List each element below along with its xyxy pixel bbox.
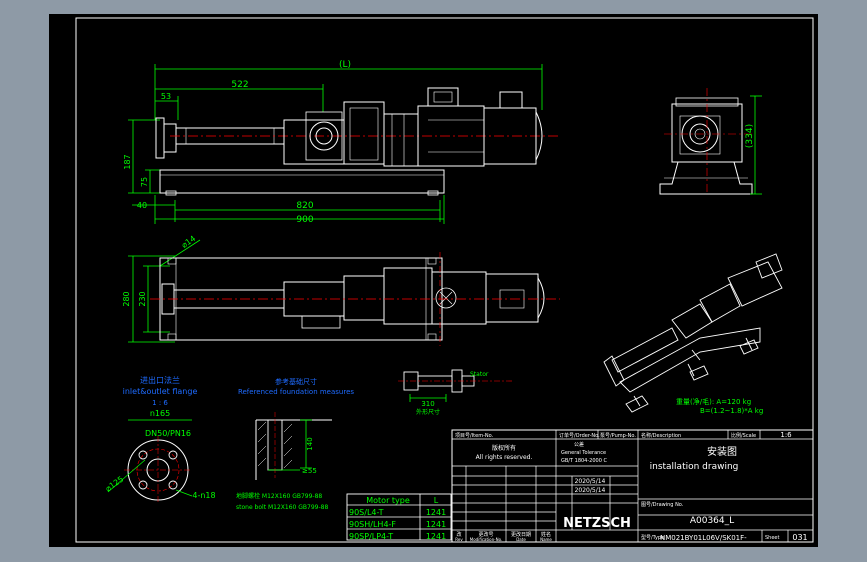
tb-rev-col-en-3: Date bbox=[516, 537, 526, 542]
dim-53: 53 bbox=[161, 92, 171, 101]
tb-page: 031 bbox=[792, 533, 807, 542]
tb-scale-label: 比例/Scale bbox=[731, 432, 756, 439]
dim-40: 40 bbox=[137, 201, 147, 210]
dim-overall-length: (L) bbox=[339, 60, 351, 70]
tb-description-label: 名称/Description bbox=[641, 432, 681, 439]
tb-tolerance: General Tolerance bbox=[561, 450, 606, 456]
motor-row-2-l: 1241 bbox=[426, 520, 446, 529]
motor-table-header-l: L bbox=[434, 496, 439, 505]
foundation-h140: 140 bbox=[306, 437, 314, 450]
tb-item-label: 项目号/Item-No. bbox=[455, 433, 494, 439]
dim-230: 230 bbox=[138, 291, 147, 306]
bolt-spec-en: stone bolt M12X160 GB799-88 bbox=[236, 504, 328, 511]
tb-copyright-cn: 版权所有 bbox=[492, 444, 516, 452]
bolt-spec-cn: 地脚螺栓 M12X160 GB799-88 bbox=[236, 492, 322, 500]
tb-rev-col-en-1: Rev bbox=[455, 537, 463, 542]
motor-row-3-l: 1241 bbox=[426, 532, 446, 541]
weight-note-line2: B=(1.2~1.8)*A kg bbox=[700, 407, 763, 415]
foundation-title-cn: 参考基础尺寸 bbox=[275, 377, 317, 386]
dim-187: 187 bbox=[123, 154, 132, 169]
cad-drawing: (L) 522 53 187 75 40 820 900 (334) 280 2… bbox=[49, 14, 818, 547]
dim-820: 820 bbox=[296, 201, 313, 211]
tb-date-1: 2020/5/14 bbox=[575, 478, 606, 485]
motor-row-1-type: 90S/L4-T bbox=[349, 508, 384, 517]
flange-n165: n165 bbox=[150, 409, 170, 418]
tb-drawing-no-label: 图号/Drawing No. bbox=[641, 502, 684, 508]
flange-title-cn: 进出口法兰 bbox=[140, 375, 180, 385]
flange-title-en: inlet&outlet flange bbox=[123, 387, 198, 396]
tb-order-label: 订单号/Order-No. bbox=[559, 432, 600, 439]
foundation-d55: ≥55 bbox=[302, 467, 317, 475]
stator-sub: 外形尺寸 bbox=[416, 408, 440, 416]
tb-copyright-en: All rights reserved. bbox=[476, 454, 533, 461]
tb-pump-label: 泵号/Pump-No. bbox=[600, 433, 636, 439]
tb-type: NM021BY01L06V/SK01F- bbox=[660, 534, 747, 542]
motor-table-header-type: Motor type bbox=[366, 496, 410, 505]
dim-522: 522 bbox=[231, 80, 248, 90]
motor-row-3-type: 90SP/LP4-T bbox=[349, 532, 393, 541]
dim-75: 75 bbox=[140, 177, 149, 187]
flange-holes: 4-n18 bbox=[192, 491, 215, 500]
tb-scale-value: 1:6 bbox=[780, 431, 792, 439]
stator-label: Stator bbox=[470, 371, 489, 378]
tb-sheet-label: Sheet bbox=[765, 535, 779, 541]
tb-title-en: installation drawing bbox=[650, 462, 739, 472]
tb-tolerance-cn: 公差 bbox=[574, 441, 584, 448]
tb-title-cn: 安装图 bbox=[707, 445, 737, 458]
tb-rev-col-en-4: Name bbox=[540, 537, 552, 542]
tb-tolerance-std: GB/T 1804-2000 C bbox=[561, 458, 607, 464]
motor-row-1-l: 1241 bbox=[426, 508, 446, 517]
flange-dn: DN50/PN16 bbox=[145, 429, 191, 438]
tb-date-2: 2020/5/14 bbox=[575, 487, 606, 494]
stator-dim-310: 310 bbox=[421, 400, 434, 408]
tb-drawing-no: A00364_L bbox=[690, 516, 734, 526]
weight-note-line1: 重量(净/毛): A=120 kg bbox=[676, 397, 751, 406]
dim-280: 280 bbox=[122, 291, 131, 306]
foundation-title-en: Referenced foundation measures bbox=[238, 388, 354, 396]
flange-scale: 1 : 6 bbox=[152, 399, 168, 407]
dim-334: (334) bbox=[745, 124, 755, 148]
dim-900: 900 bbox=[296, 215, 313, 225]
tb-rev-col-en-2: Modification-No. bbox=[470, 537, 502, 542]
netzsch-logo: NETZSCH bbox=[563, 516, 631, 531]
motor-row-2-type: 90SH/LH4-F bbox=[349, 520, 396, 529]
